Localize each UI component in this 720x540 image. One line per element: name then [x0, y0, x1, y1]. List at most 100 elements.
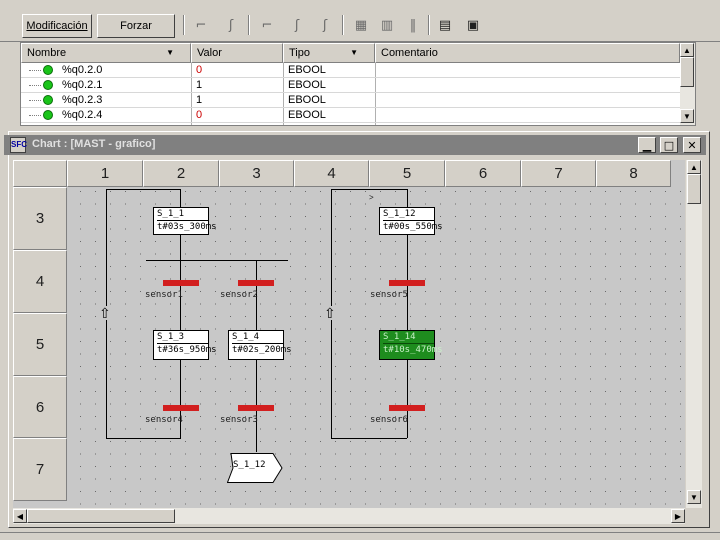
var-value[interactable]: 0 [191, 108, 202, 123]
transition-label: sensor2 [220, 290, 258, 300]
row-label: 5 [35, 336, 45, 353]
column-label: 3 [252, 165, 261, 182]
transition-label: sensor3 [220, 415, 258, 425]
toolbar-separator [342, 15, 344, 35]
chart-horizontal-scrollbar[interactable]: ◀ ▶ [13, 508, 685, 524]
step-time: t#00s_550ms [383, 222, 443, 232]
pattern-icon[interactable]: ▥ [376, 14, 398, 36]
var-value[interactable]: 0 [191, 63, 202, 78]
sfc-step[interactable]: S_1_12 t#00s_550ms [379, 207, 443, 235]
minimize-icon[interactable]: ▁ [638, 137, 656, 153]
scroll-right-icon[interactable]: ▶ [671, 509, 685, 523]
column-header-name-label: Nombre [27, 47, 67, 59]
maximize-icon[interactable]: □ [660, 137, 678, 153]
toolbar: Modificación Forzar ⌐ ʃ ⌐ ʃ ʃ ▦ ▥ ‖ ▤ ▣ [0, 0, 720, 42]
set-rising-edge-icon[interactable]: ʃ [286, 14, 308, 36]
scroll-left-icon[interactable]: ◀ [13, 509, 27, 523]
scroll-up-icon[interactable]: ▲ [687, 160, 701, 174]
row-label: 7 [35, 461, 45, 478]
sfc-transition[interactable] [163, 405, 199, 411]
column-header: 4 [294, 160, 369, 187]
sfc-transition[interactable] [238, 280, 274, 286]
sfc-transition[interactable] [163, 280, 199, 286]
row-header: 4 [13, 250, 67, 313]
column-header-value[interactable]: Valor [191, 43, 283, 63]
force-to-1-icon[interactable]: ʃ [220, 14, 242, 36]
step-time: t#03s_300ms [157, 222, 217, 232]
scroll-thumb[interactable] [680, 57, 694, 87]
column-header: 5 [369, 160, 445, 187]
status-led-icon [43, 80, 53, 90]
sfc-step[interactable]: S_1_3 t#36s_950ms [153, 330, 217, 360]
step-name: S_1_4 [232, 331, 283, 344]
sfc-transition[interactable] [389, 280, 425, 286]
divergence-line [146, 260, 288, 261]
scroll-thumb[interactable] [27, 509, 175, 523]
var-name: %q0.2.0 [62, 64, 103, 76]
column-header-value-label: Valor [197, 47, 222, 59]
row-label: 6 [35, 398, 45, 416]
var-type: EBOOL [288, 109, 326, 121]
column-header-type[interactable]: Tipo ▼ [283, 43, 375, 63]
link-line [180, 189, 181, 207]
table-row[interactable]: %q0.2.4 0 EBOOL [21, 108, 680, 123]
row-header: 6 [13, 376, 67, 438]
chart-title: Chart : [MAST - grafico] [32, 138, 156, 150]
var-type: EBOOL [288, 79, 326, 91]
column-header-name[interactable]: Nombre ▼ [21, 43, 191, 63]
link-line [331, 438, 407, 439]
force-button[interactable]: Forzar [97, 14, 175, 38]
sfc-step[interactable]: S_1_4 t#02s_200ms [228, 330, 292, 360]
scroll-down-icon[interactable]: ▼ [687, 490, 701, 504]
column-label: 6 [478, 165, 488, 182]
scroll-up-icon[interactable]: ▲ [680, 43, 694, 57]
row-header: 7 [13, 438, 67, 501]
sfc-step[interactable]: S_1_1 t#03s_300ms [153, 207, 217, 235]
var-name: %q0.2.1 [62, 79, 103, 91]
column-icon[interactable]: ‖ [402, 14, 424, 36]
sfc-transition[interactable] [389, 405, 425, 411]
step-name: S_1_1 [157, 208, 208, 221]
column-label: 5 [402, 165, 412, 182]
grid-icon[interactable]: ▦ [350, 14, 372, 36]
chart-vertical-scrollbar[interactable]: ▲ ▼ [686, 160, 702, 508]
var-value[interactable]: 1 [191, 78, 202, 93]
set-falling-edge-icon[interactable]: ⌐ [256, 14, 278, 36]
var-value[interactable]: 1 [191, 93, 202, 108]
table-row[interactable]: %q0.2.0 0 EBOOL [21, 63, 680, 78]
up-arrow-icon: ⇧ [99, 305, 111, 321]
column-header: 8 [596, 160, 671, 187]
status-bar [0, 532, 720, 540]
column-header: 1 [67, 160, 143, 187]
scroll-thumb[interactable] [687, 174, 701, 204]
var-type: EBOOL [288, 64, 326, 76]
column-header: 3 [219, 160, 294, 187]
sfc-step-active[interactable]: S_1_14 t#10s_470ms [379, 330, 443, 360]
sfc-jump[interactable]: S_1_12 [227, 453, 283, 483]
row-header: 5 [13, 313, 67, 376]
unforce-icon[interactable]: ʃ [314, 14, 336, 36]
monitor-icon[interactable]: ▤ [434, 14, 456, 36]
sfc-transition[interactable] [238, 405, 274, 411]
row-label: 4 [35, 273, 45, 290]
sfc-grid[interactable]: 1 2 3 4 5 6 7 8 3 4 5 6 7 ⇧ S_1_1 t#03s_… [13, 160, 685, 508]
chart-titlebar[interactable]: SFC Chart : [MAST - grafico] [4, 135, 706, 155]
scroll-down-icon[interactable]: ▼ [680, 109, 694, 123]
column-header-comment[interactable]: Comentario [375, 43, 680, 63]
close-icon[interactable]: ✕ [683, 137, 701, 153]
jump-target: S_1_12 [233, 460, 266, 470]
column-label: 7 [554, 165, 563, 182]
row-label: 3 [35, 210, 45, 227]
column-header-comment-label: Comentario [381, 47, 438, 59]
table-scrollbar[interactable]: ▲ ▼ [680, 43, 695, 125]
table-row[interactable]: %q0.2.1 1 EBOOL [21, 78, 680, 93]
tree-connector [29, 100, 41, 101]
grid-corner [13, 160, 67, 187]
table-row[interactable]: %q0.2.3 1 EBOOL [21, 93, 680, 108]
column-header-type-label: Tipo [289, 47, 310, 59]
tree-connector [29, 85, 41, 86]
modify-button[interactable]: Modificación [22, 14, 92, 38]
force-to-0-icon[interactable]: ⌐ [190, 14, 212, 36]
step-time: t#36s_950ms [157, 345, 217, 355]
animation-table-icon[interactable]: ▣ [462, 14, 484, 36]
